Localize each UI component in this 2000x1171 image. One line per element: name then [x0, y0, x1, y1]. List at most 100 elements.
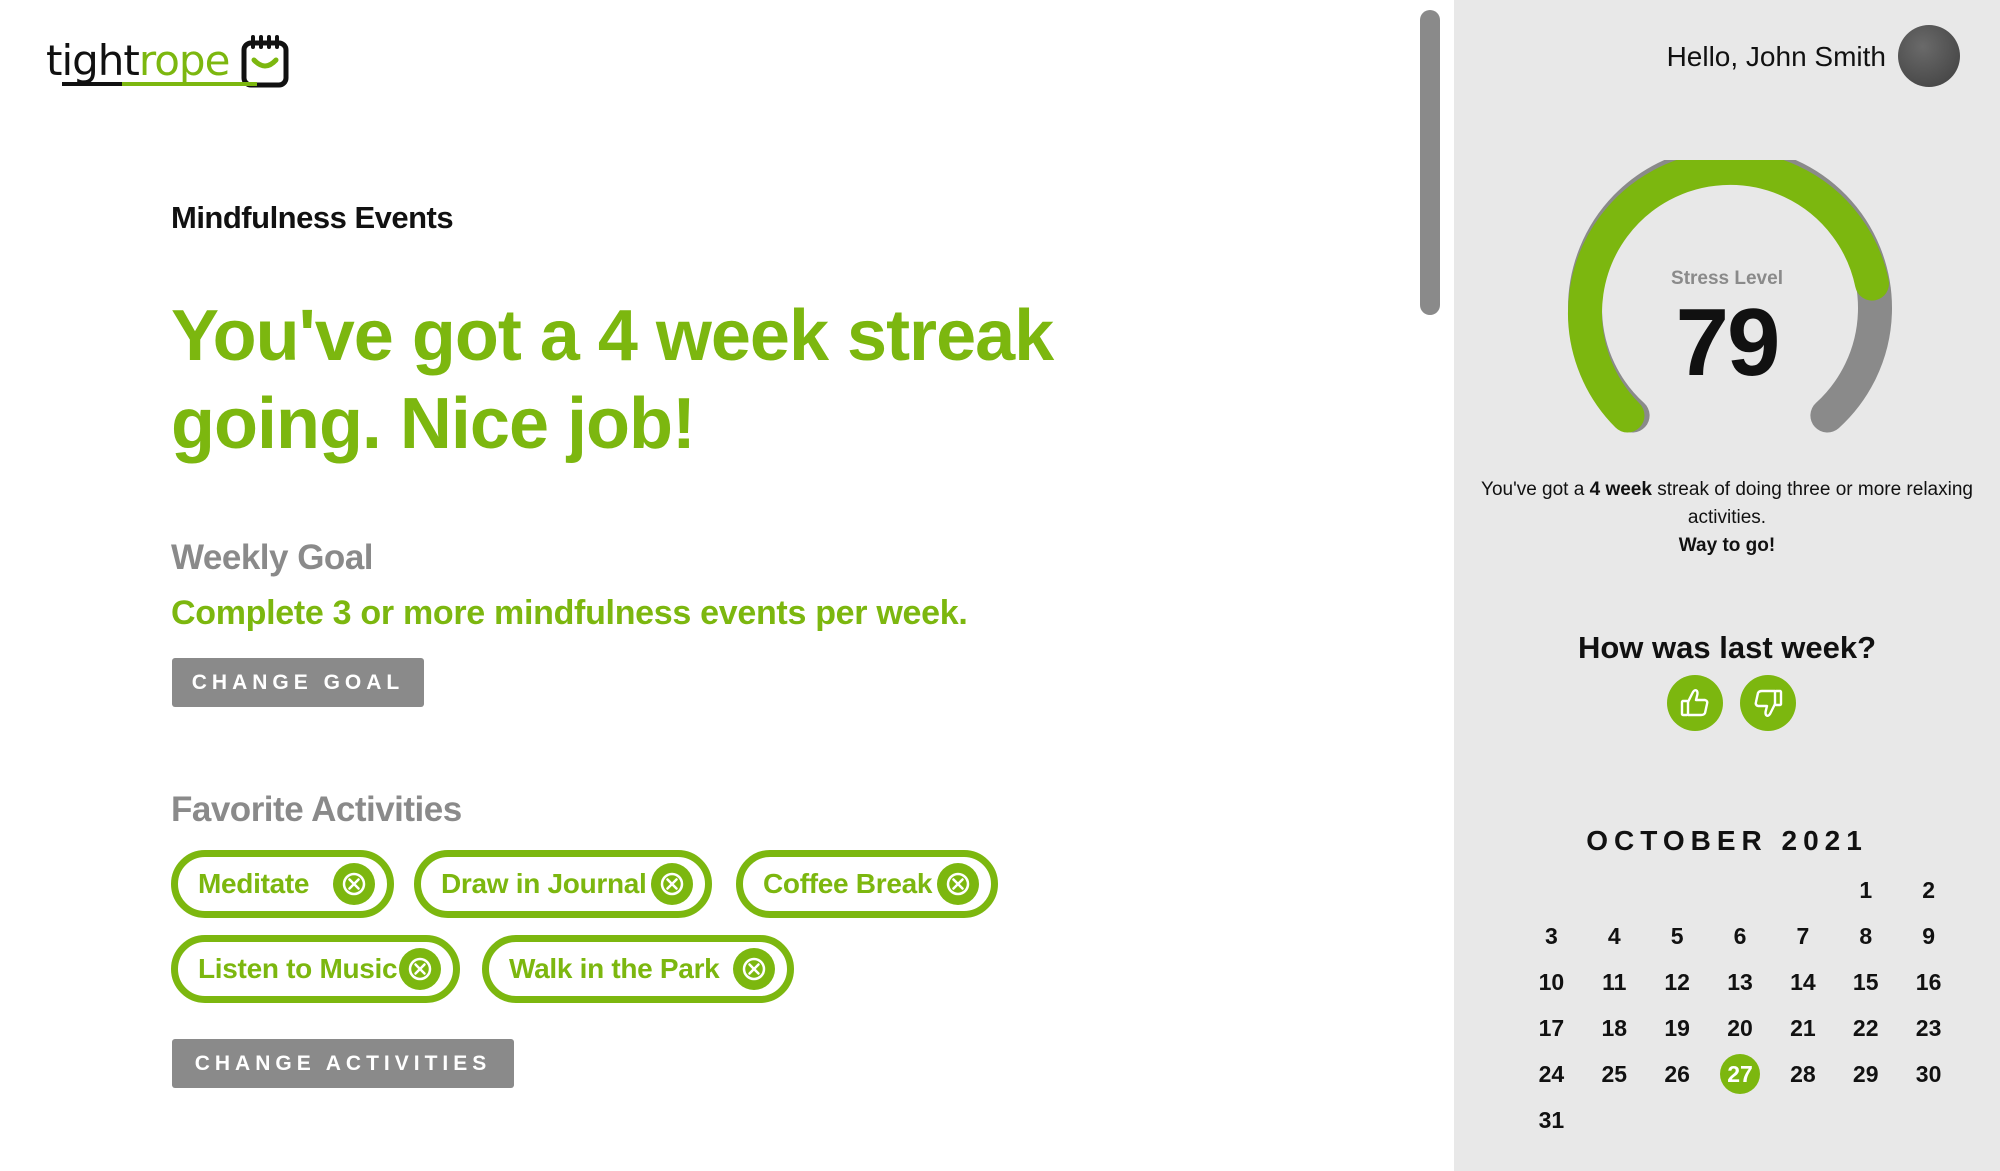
calendar-day-today[interactable]: 27: [1709, 1054, 1772, 1094]
scrollbar-thumb[interactable]: [1420, 10, 1440, 315]
page-title: Mindfulness Events: [171, 200, 454, 235]
calendar-day[interactable]: 20: [1709, 1008, 1772, 1048]
calendar-day[interactable]: 12: [1646, 962, 1709, 1002]
logo-word-tight: tight: [46, 36, 140, 85]
calendar-day-label: 18: [1601, 1015, 1628, 1041]
thumbs-down-button[interactable]: [1740, 675, 1796, 731]
change-activities-button[interactable]: CHANGE ACTIVITIES: [172, 1039, 514, 1088]
calendar-grid: 1 2 3 4 5 6 7 8 9 10 11 12 13 14 15 16 17 18 19 20 21 22 23 24 2…: [1520, 867, 1960, 1143]
calendar-day[interactable]: 25: [1583, 1054, 1646, 1094]
calendar-day-label: 16: [1915, 969, 1942, 995]
activity-chip-label: Draw in Journal: [441, 868, 647, 899]
remove-icon[interactable]: [333, 863, 375, 905]
calendar-empty-cell: [1583, 1100, 1646, 1140]
weekly-goal-text: Complete 3 or more mindfulness events pe…: [171, 594, 968, 632]
calendar-day-label: 6: [1733, 923, 1747, 949]
change-goal-button[interactable]: CHANGE GOAL: [172, 658, 424, 707]
calendar-day[interactable]: 30: [1897, 1054, 1960, 1094]
calendar-day[interactable]: 1: [1834, 870, 1897, 910]
calendar-empty-cell: [1834, 1100, 1897, 1140]
thumbs-up-button[interactable]: [1667, 675, 1723, 731]
calendar-day[interactable]: 18: [1583, 1008, 1646, 1048]
calendar-day-label: 14: [1790, 969, 1816, 995]
calendar-day-label: 22: [1852, 1015, 1879, 1041]
thumbs-down-icon: [1754, 689, 1783, 717]
feedback-question: How was last week?: [1577, 630, 1877, 665]
calendar-day[interactable]: 9: [1897, 916, 1960, 956]
summary-panel: Hello, John Smith Stress Level 79 You've…: [1454, 0, 2000, 1171]
thumbs-up-icon: [1680, 689, 1709, 717]
activity-chip[interactable]: Draw in Journal: [414, 850, 712, 918]
remove-icon[interactable]: [651, 863, 693, 905]
calendar-day-label: 28: [1790, 1061, 1816, 1087]
calendar-day[interactable]: 26: [1646, 1054, 1709, 1094]
calendar-day[interactable]: 5: [1646, 916, 1709, 956]
calendar-day[interactable]: 17: [1520, 1008, 1583, 1048]
calendar-day[interactable]: 11: [1583, 962, 1646, 1002]
calendar-day[interactable]: 24: [1520, 1054, 1583, 1094]
calendar-day[interactable]: 21: [1771, 1008, 1834, 1048]
calendar-empty-cell: [1583, 870, 1646, 910]
calendar-day[interactable]: 10: [1520, 962, 1583, 1002]
activity-chip-label: Walk in the Park: [509, 953, 720, 984]
streak-message-pre: You've got a: [1481, 479, 1590, 500]
streak-message: You've got a 4 week streak of doing thre…: [1454, 476, 2000, 560]
calendar-day-label: 11: [1602, 969, 1627, 995]
calendar-week-row: 17 18 19 20 21 22 23: [1520, 1005, 1960, 1051]
weekly-goal-heading: Weekly Goal: [171, 538, 374, 577]
calendar-day-label: 29: [1852, 1061, 1879, 1087]
activity-chip[interactable]: Walk in the Park: [482, 935, 794, 1003]
calendar-day[interactable]: 28: [1771, 1054, 1834, 1094]
remove-icon[interactable]: [937, 863, 979, 905]
calendar-month-title: OCTOBER 2021: [1586, 825, 1868, 856]
calendar-day[interactable]: 8: [1834, 916, 1897, 956]
remove-icon[interactable]: [733, 948, 775, 990]
calendar-empty-cell: [1646, 870, 1709, 910]
logo-word-rope: rope: [138, 36, 231, 85]
calendar-day-label: 13: [1727, 969, 1753, 995]
activity-chip[interactable]: Coffee Break: [736, 850, 998, 918]
calendar-day-label: 4: [1607, 923, 1621, 949]
app-logo[interactable]: tightrope: [46, 34, 289, 88]
calendar-empty-cell: [1771, 1100, 1834, 1140]
calendar-day-label: 12: [1664, 969, 1690, 995]
calendar-day[interactable]: 29: [1834, 1054, 1897, 1094]
calendar-day-label: 17: [1538, 1015, 1565, 1041]
calendar-day[interactable]: 2: [1897, 870, 1960, 910]
calendar-day-label: 21: [1790, 1015, 1816, 1041]
calendar-day-label: 23: [1915, 1015, 1942, 1041]
calendar-day[interactable]: 22: [1834, 1008, 1897, 1048]
activity-chip[interactable]: Meditate: [171, 850, 394, 918]
logo-rope-line: [62, 82, 257, 86]
calendar-day-label: 25: [1601, 1061, 1628, 1087]
stress-level-label: Stress Level: [1671, 268, 1783, 289]
calendar-day-label: 31: [1538, 1107, 1565, 1133]
calendar-empty-cell: [1771, 870, 1834, 910]
calendar-day[interactable]: 15: [1834, 962, 1897, 1002]
logo-wordmark: tightrope: [46, 40, 230, 82]
calendar-empty-cell: [1520, 870, 1583, 910]
avatar[interactable]: [1898, 25, 1960, 87]
calendar-day[interactable]: 3: [1520, 916, 1583, 956]
calendar-day[interactable]: 19: [1646, 1008, 1709, 1048]
calendar-empty-cell: [1709, 1100, 1772, 1140]
calendar-day[interactable]: 4: [1583, 916, 1646, 956]
calendar-day-label: 5: [1670, 923, 1684, 949]
calendar-day[interactable]: 13: [1709, 962, 1772, 1002]
remove-icon[interactable]: [399, 948, 441, 990]
calendar-day[interactable]: 14: [1771, 962, 1834, 1002]
activity-chip-label: Meditate: [198, 868, 310, 899]
calendar-day-label: 1: [1859, 877, 1873, 903]
calendar-day[interactable]: 6: [1709, 916, 1772, 956]
calendar-empty-cell: [1709, 870, 1772, 910]
calendar-smile-icon: [241, 35, 289, 88]
activity-chip[interactable]: Listen to Music: [171, 935, 460, 1003]
calendar-empty-cell: [1897, 1100, 1960, 1140]
calendar-day[interactable]: 16: [1897, 962, 1960, 1002]
calendar-day[interactable]: 7: [1771, 916, 1834, 956]
activity-chip-label: Listen to Music: [198, 953, 398, 984]
calendar-day[interactable]: 23: [1897, 1008, 1960, 1048]
calendar-day[interactable]: 31: [1520, 1100, 1583, 1140]
calendar-week-row: 24 25 26 27 28 29 30: [1520, 1051, 1960, 1097]
calendar-empty-cell: [1646, 1100, 1709, 1140]
